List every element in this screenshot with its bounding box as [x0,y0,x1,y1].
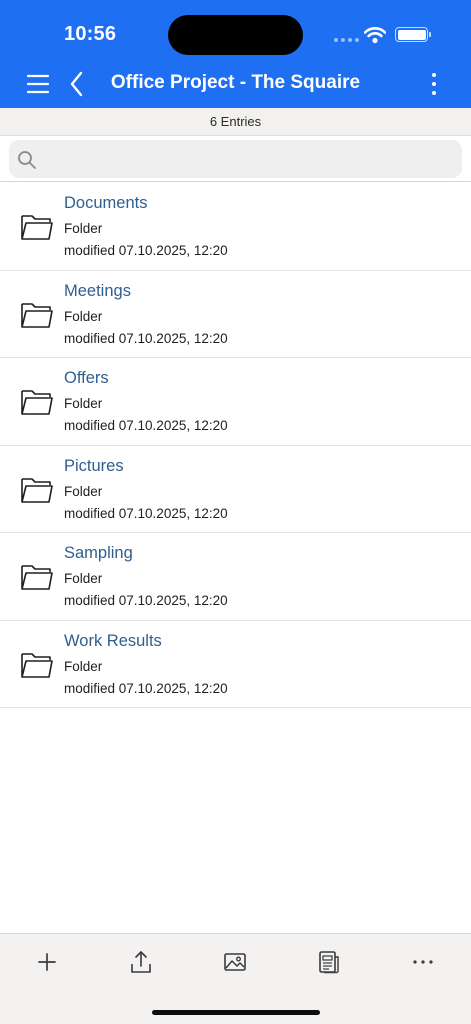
battery-icon [395,27,428,42]
status-time: 10:56 [64,23,117,45]
list-item[interactable]: Offers Folder modified 07.10.2025, 12:20 [0,358,471,446]
item-kind: Folder [64,308,103,324]
folder-icon [21,390,53,415]
entries-count: 6 Entries [0,108,471,136]
item-name: Offers [64,369,109,387]
item-modified: modified 07.10.2025, 12:20 [64,680,228,696]
upload-icon[interactable] [128,949,154,975]
item-modified: modified 07.10.2025, 12:20 [64,330,228,346]
item-name: Work Results [64,631,162,650]
item-modified: modified 07.10.2025, 12:20 [64,593,228,608]
top-bar: 10:56 Office Project - The Squaire [0,0,471,108]
item-name: Meetings [64,281,131,300]
item-modified: modified 07.10.2025, 12:20 [64,243,228,258]
list-item[interactable]: Sampling Folder modified 07.10.2025, 12:… [0,533,471,621]
list-item[interactable]: Documents Folder modified 07.10.2025, 12… [0,183,471,271]
item-kind: Folder [64,221,103,236]
item-name: Sampling [64,544,133,562]
folder-icon [21,215,53,240]
home-indicator[interactable] [152,1010,320,1015]
plus-icon[interactable] [34,949,60,975]
search-icon [18,151,36,169]
item-name: Documents [64,194,148,212]
page-title: Office Project - The Squaire [110,72,361,93]
folder-list: Documents Folder modified 07.10.2025, 12… [0,183,471,708]
horizontal-ellipsis-icon[interactable] [410,949,436,975]
item-kind: Folder [64,571,103,586]
item-name: Pictures [64,456,124,475]
item-modified: modified 07.10.2025, 12:20 [64,505,228,521]
item-kind: Folder [64,396,103,411]
image-icon[interactable] [222,949,248,975]
folder-icon [21,302,53,328]
app-screen: 10:56 Office Project - The Squaire 6 Ent… [0,0,471,1024]
wifi-icon [364,27,386,44]
list-item[interactable]: Work Results Folder modified 07.10.2025,… [0,621,471,708]
vertical-ellipsis-icon[interactable] [424,70,444,98]
folder-icon [21,477,53,503]
list-item[interactable]: Pictures Folder modified 07.10.2025, 12:… [0,446,471,533]
search-input[interactable] [45,140,455,178]
document-icon[interactable] [316,949,342,975]
battery-tip [429,32,431,37]
item-kind: Folder [64,483,103,499]
folder-icon [21,652,53,678]
list-item[interactable]: Meetings Folder modified 07.10.2025, 12:… [0,271,471,358]
search-bar [0,136,471,182]
item-kind: Folder [64,658,103,674]
item-modified: modified 07.10.2025, 12:20 [64,418,228,433]
folder-icon [21,565,53,590]
dynamic-island [168,15,303,55]
cellular-signal-icon [334,38,359,42]
search-field[interactable] [9,140,462,178]
